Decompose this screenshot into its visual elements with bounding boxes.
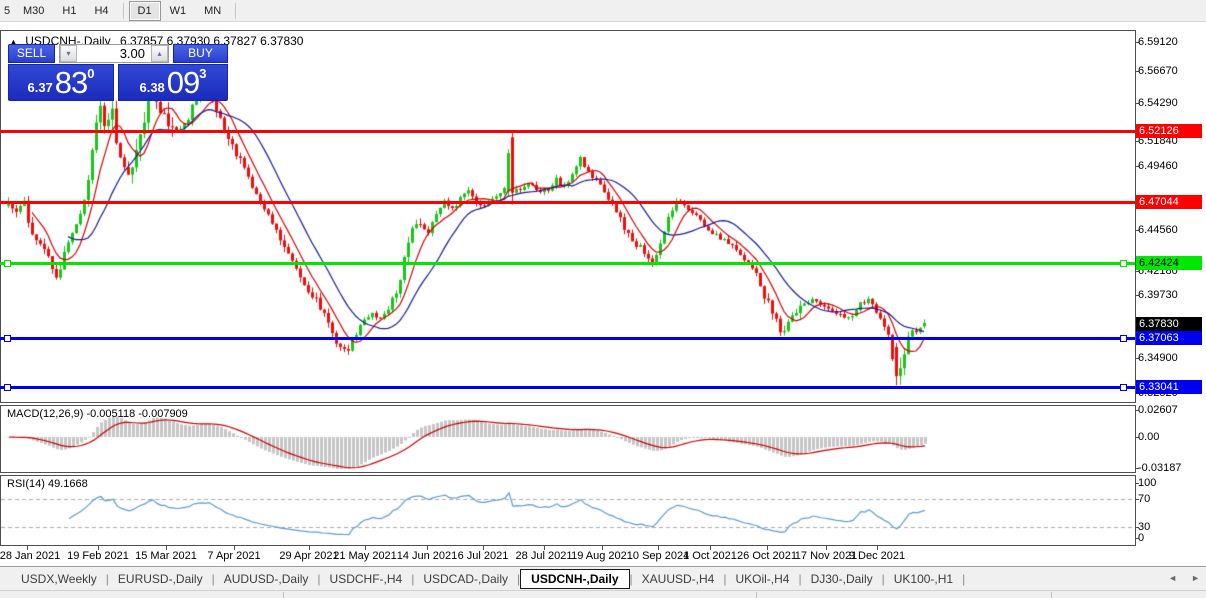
- price-scale-label: 6.39730: [1138, 289, 1178, 301]
- tabs-scroll-right-icon[interactable]: ►: [1191, 573, 1200, 583]
- ask-price-pips: 09: [166, 65, 200, 100]
- rsi-scale-label: 70: [1138, 493, 1151, 505]
- timeframe-button-d1[interactable]: D1: [128, 0, 161, 21]
- chart-tab-ukoil-h4[interactable]: UKOil-,H4: [726, 570, 798, 588]
- level-price-tag: 6.42424: [1136, 256, 1202, 270]
- current-price-tag: 6.37830: [1136, 317, 1202, 331]
- statusbar-separator: [756, 592, 757, 598]
- chart-tab-usdchf-h4[interactable]: USDCHF-,H4: [321, 570, 412, 588]
- date-label: 29 Apr 2021: [279, 550, 339, 562]
- horizontal-level-line-6.42424[interactable]: [0, 262, 1135, 265]
- price-scale-label: 6.54290: [1138, 97, 1178, 109]
- ask-price-quote[interactable]: 6.38 09 3: [118, 64, 228, 101]
- statusbar-separator: [283, 592, 284, 598]
- bid-price-point: 0: [87, 66, 95, 81]
- macd-scale-label: 0.00: [1138, 431, 1160, 443]
- price-scale-label: 6.56670: [1138, 65, 1178, 77]
- price-scale-label: 6.44560: [1138, 224, 1178, 236]
- date-label: 4 Oct 2021: [683, 550, 737, 562]
- chart-tab-audusd-daily[interactable]: AUDUSD-,Daily: [215, 570, 318, 588]
- chart-tab-eurusd-daily[interactable]: EURUSD-,Daily: [109, 570, 212, 588]
- one-click-trading-panel: SELL ▾ ▴ BUY 6.37 83 0 6.38 09 3: [8, 44, 228, 101]
- date-label: 28 Jan 2021: [0, 550, 61, 562]
- date-label: 10 Sep 2021: [626, 550, 690, 562]
- level-drag-handle[interactable]: [1120, 260, 1127, 267]
- chart-tab-xauusd-h4[interactable]: XAUUSD-,H4: [633, 570, 724, 588]
- rsi-canvas[interactable]: [1, 476, 1135, 545]
- timeframe-button-m30[interactable]: M30: [14, 1, 53, 21]
- statusbar-separator: [1051, 592, 1052, 598]
- date-label: 9 Dec 2021: [848, 550, 906, 562]
- status-bar: [0, 590, 1206, 598]
- date-label: 14 Jun 2021: [396, 550, 458, 562]
- tab-separator: |: [962, 571, 966, 586]
- horizontal-level-line-6.52126[interactable]: [0, 130, 1135, 133]
- date-label: 28 Jul 2021: [515, 550, 573, 562]
- bid-price-base: 6.37: [27, 80, 53, 95]
- bid-price-pips: 83: [54, 65, 88, 100]
- timeframe-button-h4[interactable]: H4: [85, 1, 117, 21]
- date-label: 26 Oct 2021: [737, 550, 797, 562]
- chart-tab-usdcad-daily[interactable]: USDCAD-,Daily: [414, 570, 517, 588]
- macd-scale-label: 0.02607: [1138, 404, 1178, 416]
- date-label: 19 Feb 2021: [67, 550, 129, 562]
- timeframe-button-5[interactable]: 5: [0, 1, 14, 21]
- price-scale-label: 6.59120: [1138, 36, 1178, 48]
- price-scale-label: 6.49460: [1138, 160, 1178, 172]
- toolbar-separator: [122, 2, 124, 19]
- volume-spinner: ▾ ▴: [59, 44, 169, 63]
- rsi-label: RSI(14) 49.1668: [7, 478, 88, 490]
- bid-price-quote[interactable]: 6.37 83 0: [8, 64, 114, 101]
- date-label: 17 Nov 2021: [794, 550, 858, 562]
- timeframe-button-w1[interactable]: W1: [161, 1, 196, 21]
- ask-price-point: 3: [199, 66, 207, 81]
- timeframe-toolbar: 5 M30 H1 H4 D1 W1 MN: [0, 0, 1206, 22]
- tabs-scroll-left-icon[interactable]: ◄: [1168, 573, 1177, 583]
- price-scale-label: 6.34900: [1138, 352, 1178, 364]
- date-label: 6 Jul 2021: [457, 550, 509, 562]
- timeframe-button-mn[interactable]: MN: [195, 1, 230, 21]
- horizontal-level-line-6.37063[interactable]: [0, 337, 1135, 340]
- macd-label: MACD(12,26,9) -0.005118 -0.007909: [7, 408, 188, 420]
- level-price-tag: 6.33041: [1136, 380, 1202, 394]
- rsi-scale-label: 0: [1138, 532, 1145, 544]
- date-label: 7 Apr 2021: [207, 550, 261, 562]
- volume-decrease-button[interactable]: ▾: [60, 45, 77, 62]
- rsi-scale-label: 100: [1138, 477, 1157, 489]
- trading-platform-window: 5 M30 H1 H4 D1 W1 MN ▲ USDCNH-,Daily 6.37857 6…: [0, 0, 1206, 598]
- buy-button[interactable]: BUY: [173, 44, 228, 63]
- macd-scale-label: -0.03187: [1138, 462, 1182, 474]
- timeframe-button-h1[interactable]: H1: [53, 1, 85, 21]
- chart-tab-usdx-weekly[interactable]: USDX,Weekly: [12, 570, 106, 588]
- chart-tab-usdcnh-daily[interactable]: USDCNH-,Daily: [520, 568, 630, 589]
- horizontal-level-line-6.47044[interactable]: [0, 201, 1135, 204]
- level-drag-handle[interactable]: [1120, 384, 1127, 391]
- chart-tab-dj30-daily[interactable]: DJ30-,Daily: [802, 570, 882, 588]
- level-price-tag: 6.37063: [1136, 331, 1202, 345]
- level-price-tag: 6.47044: [1136, 195, 1202, 209]
- level-drag-handle[interactable]: [4, 260, 11, 267]
- horizontal-level-line-6.33041[interactable]: [0, 386, 1135, 389]
- toolbar-separator: [235, 2, 237, 19]
- ask-price-base: 6.38: [139, 80, 165, 95]
- level-price-tag: 6.52126: [1136, 124, 1202, 138]
- level-drag-handle[interactable]: [1120, 335, 1127, 342]
- chart-tab-bar: USDX,Weekly | EURUSD-,Daily | AUDUSD-,Daily |…: [0, 566, 1206, 590]
- sell-button[interactable]: SELL: [8, 44, 55, 63]
- date-label: 15 Mar 2021: [135, 550, 197, 562]
- volume-input[interactable]: [77, 45, 151, 62]
- level-drag-handle[interactable]: [4, 384, 11, 391]
- volume-increase-button[interactable]: ▴: [151, 45, 168, 62]
- chart-tab-uk100-h1[interactable]: UK100-,H1: [885, 570, 962, 588]
- date-label: 19 Aug 2021: [571, 550, 633, 562]
- level-drag-handle[interactable]: [4, 335, 11, 342]
- date-label: 21 May 2021: [333, 550, 397, 562]
